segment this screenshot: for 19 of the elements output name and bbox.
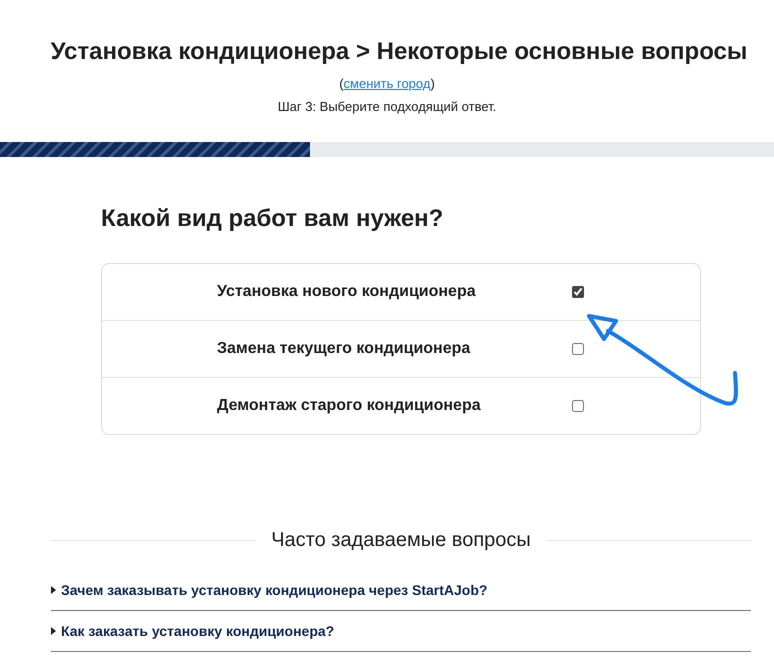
caret-icon (51, 586, 56, 594)
parenthesis: ) (430, 76, 435, 91)
faq-question: Как заказать установку кондиционера? (61, 623, 334, 639)
faq-item[interactable]: Зачем заказывать установку кондиционера через StartAJob? (51, 570, 751, 611)
option-label: Демонтаж старого кондиционера (217, 397, 482, 415)
option-label: Замена текущего кондиционера (217, 340, 472, 358)
change-city-link[interactable]: сменить город (344, 76, 430, 91)
step-text: Шаг 3: Выберите подходящий ответ. (278, 99, 496, 114)
checkbox[interactable] (572, 286, 584, 298)
parenthesis: ( (339, 76, 344, 91)
caret-icon (51, 627, 56, 635)
faq-title: Часто задаваемые вопросы (271, 529, 531, 552)
page-title: Установка кондиционера > Некоторые основные вопросы (50, 37, 748, 67)
checkbox[interactable] (572, 343, 584, 355)
checkbox[interactable] (572, 400, 584, 412)
question-title: Какой вид работ вам нужен? (101, 205, 444, 233)
faq-question: Зачем заказывать установку кондиционера через StartAJob? (61, 582, 488, 598)
faq-item[interactable]: Как заказать установку кондиционера? (51, 611, 751, 652)
option-label: Установка нового кондиционера (217, 283, 477, 301)
